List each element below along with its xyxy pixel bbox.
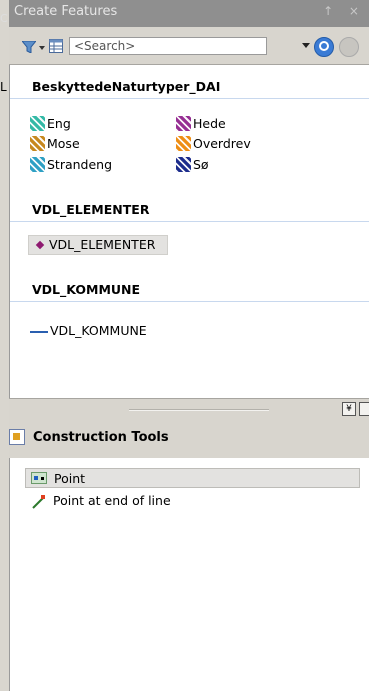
polygon-swatch-icon <box>30 136 45 151</box>
window-titlebar[interactable]: Create Features ↑ × <box>9 0 369 27</box>
template-item-eng[interactable]: Eng <box>30 115 150 133</box>
polygon-swatch-icon <box>176 157 191 172</box>
tool-point-at-end-of-line[interactable]: Point at end of line <box>25 491 360 511</box>
group-header: VDL_KOMMUNE <box>10 278 369 302</box>
pin-button[interactable] <box>359 402 369 416</box>
chevron-down-icon[interactable] <box>39 46 45 50</box>
construction-tools-list: Point Point at end of line <box>9 458 369 691</box>
polygon-swatch-icon <box>30 157 45 172</box>
template-item-mose[interactable]: Mose <box>30 135 150 153</box>
search-icon[interactable] <box>314 37 334 57</box>
template-item-vdl-kommune[interactable]: VDL_KOMMUNE <box>50 323 147 338</box>
construction-tools-icon <box>9 429 25 445</box>
window-title: Create Features <box>14 4 118 19</box>
construction-tools-header: Construction Tools <box>9 421 369 459</box>
filter-icon[interactable] <box>22 41 36 53</box>
template-item-strandeng[interactable]: Strandeng <box>30 156 150 174</box>
title-buttons[interactable]: ↑ × <box>323 4 365 18</box>
panel-splitter[interactable]: ¥ <box>9 398 369 422</box>
point-at-end-of-line-icon <box>32 495 45 509</box>
search-input[interactable]: <Search> <box>69 37 267 55</box>
group-header: BeskyttedeNaturtyper_DAI <box>10 75 369 99</box>
template-item-hede[interactable]: Hede <box>176 115 296 133</box>
polygon-swatch-icon <box>176 116 191 131</box>
point-symbol-icon <box>35 240 45 250</box>
drag-handle[interactable] <box>129 409 269 411</box>
section-title: Construction Tools <box>33 430 169 445</box>
feature-templates-list: BeskyttedeNaturtyper_DAI Eng Hede Mose O… <box>9 65 369 398</box>
toolbar: <Search> <box>9 27 369 65</box>
table-icon[interactable] <box>49 39 63 53</box>
polygon-swatch-icon <box>176 136 191 151</box>
template-item-so[interactable]: Sø <box>176 156 296 174</box>
left-edge-char: C <box>0 12 8 25</box>
tool-point[interactable]: Point <box>25 468 360 488</box>
line-symbol-icon[interactable] <box>30 331 48 333</box>
left-edge-char: L <box>0 80 7 94</box>
chevron-down-icon[interactable] <box>302 43 310 48</box>
collapse-button[interactable]: ¥ <box>342 402 356 416</box>
template-item-vdl-elementer[interactable]: VDL_ELEMENTER <box>28 235 168 255</box>
polygon-swatch-icon <box>30 116 45 131</box>
template-item-overdrev[interactable]: Overdrev <box>176 135 296 153</box>
options-icon[interactable] <box>339 37 359 57</box>
group-header: VDL_ELEMENTER <box>10 198 369 222</box>
point-icon <box>31 472 47 484</box>
